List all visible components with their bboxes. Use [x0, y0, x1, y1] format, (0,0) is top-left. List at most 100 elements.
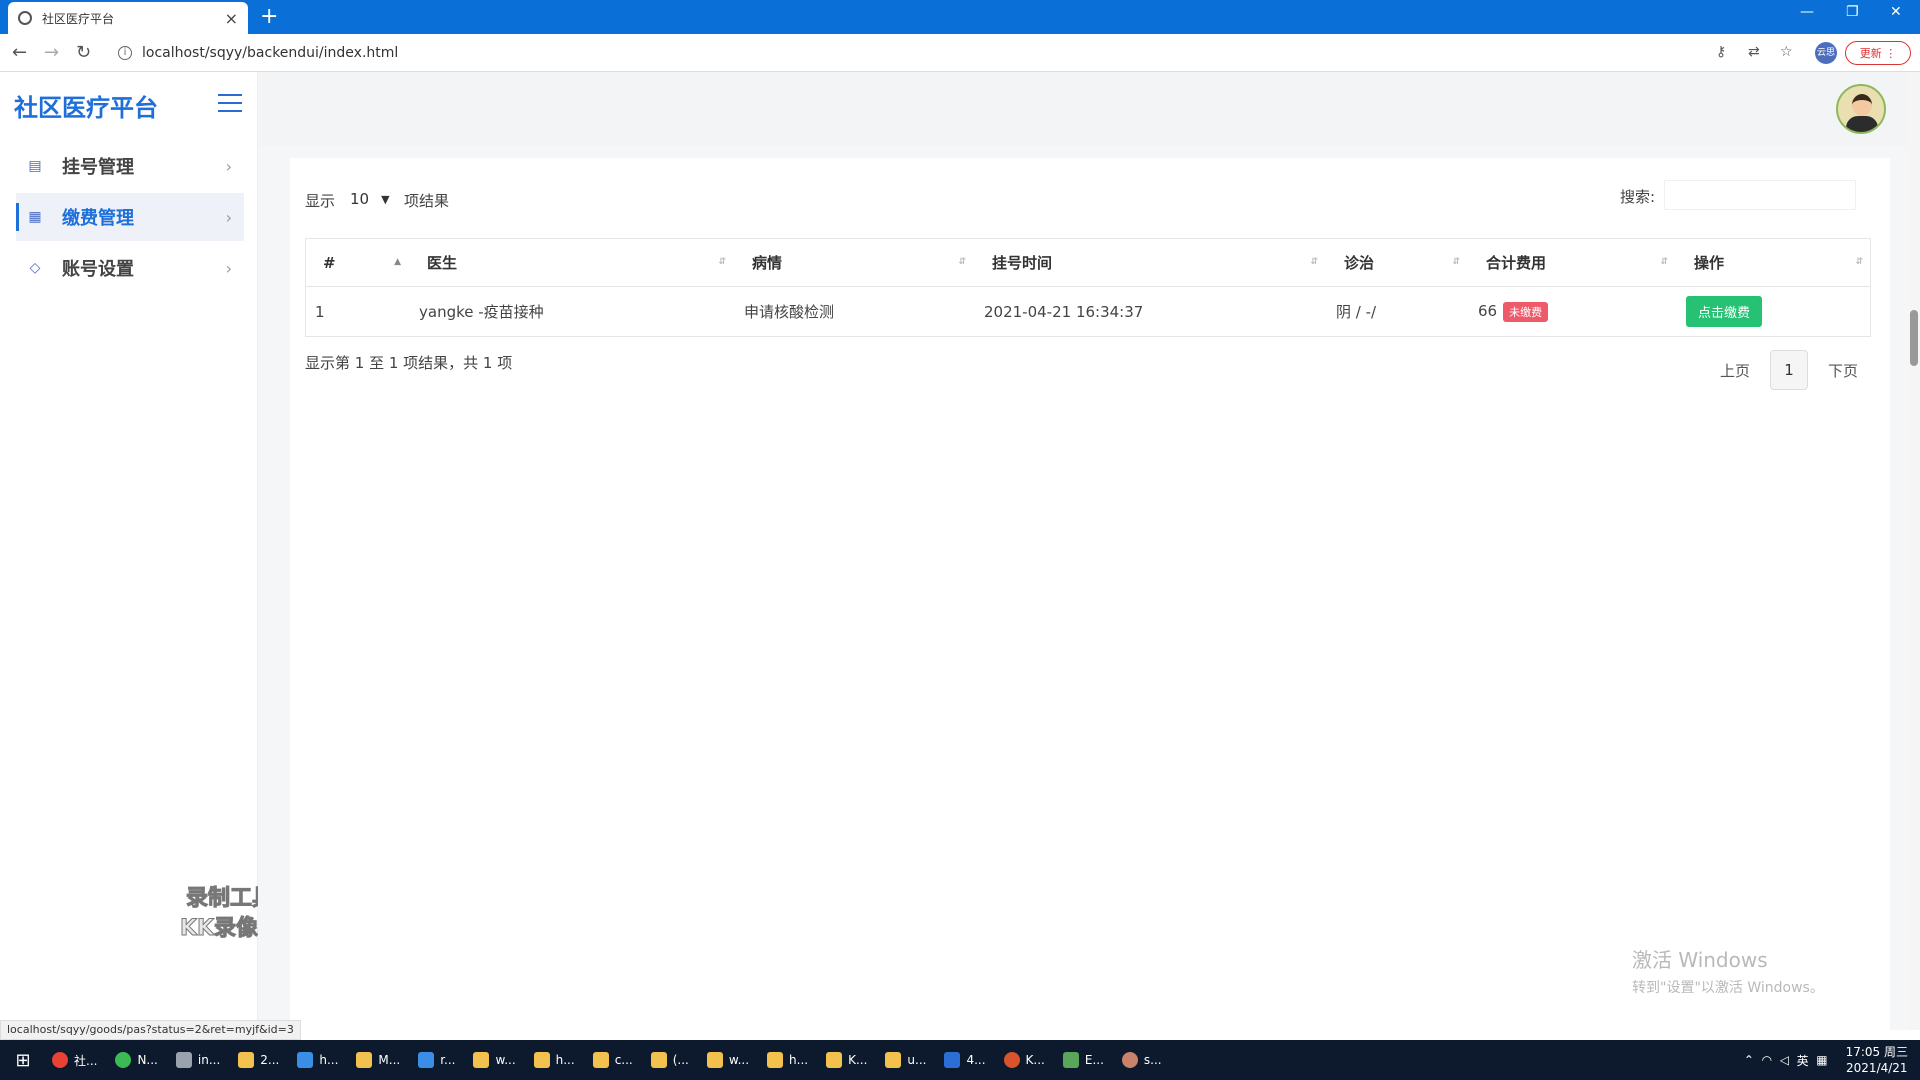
- user-avatar[interactable]: [1836, 84, 1886, 134]
- app-icon: [418, 1052, 435, 1068]
- taskbar-item[interactable]: N...: [109, 1040, 163, 1080]
- taskbar-item[interactable]: r...: [412, 1040, 461, 1080]
- menu-toggle-icon[interactable]: [218, 94, 242, 112]
- prev-page-button[interactable]: 上页: [1700, 360, 1770, 381]
- taskbar-item[interactable]: h...: [528, 1040, 581, 1080]
- chevron-right-icon: ›: [225, 156, 232, 176]
- taskbar-item[interactable]: M...: [350, 1040, 406, 1080]
- close-tab-icon[interactable]: ×: [225, 9, 238, 28]
- sort-icon: ⇵: [1660, 257, 1668, 267]
- forward-icon[interactable]: →: [44, 42, 59, 63]
- column-header-fee[interactable]: 合计费用 ⇵: [1468, 238, 1676, 287]
- sidebar-item-payment[interactable]: ▦ 缴费管理 ›: [16, 193, 244, 241]
- update-button[interactable]: 更新 ⋮: [1845, 41, 1911, 65]
- next-page-button[interactable]: 下页: [1808, 360, 1878, 381]
- folder-icon: [885, 1052, 902, 1068]
- chrome-icon: [52, 1052, 68, 1068]
- taskbar-item[interactable]: 2...: [232, 1040, 285, 1080]
- profile-avatar[interactable]: 云思: [1815, 42, 1837, 64]
- taskbar-item[interactable]: c...: [587, 1040, 639, 1080]
- sort-icon: ⇵: [958, 257, 966, 267]
- restore-icon[interactable]: ❐: [1846, 4, 1859, 20]
- column-header-diagnosis[interactable]: 诊治 ⇵: [1326, 238, 1468, 287]
- windows-activation-watermark: 激活 Windows 转到"设置"以激活 Windows。: [1632, 944, 1824, 997]
- column-header-action[interactable]: 操作 ⇵: [1676, 238, 1871, 287]
- taskbar-item[interactable]: 社...: [46, 1040, 103, 1080]
- address-bar[interactable]: i localhost/sqyy/backendui/index.html: [112, 39, 1712, 67]
- chevron-right-icon: ›: [225, 258, 232, 278]
- info-icon[interactable]: i: [118, 46, 132, 60]
- folder-icon: [238, 1052, 255, 1068]
- windows-start-icon[interactable]: ⊞: [0, 1040, 46, 1080]
- taskbar-item[interactable]: u...: [879, 1040, 932, 1080]
- taskbar-item[interactable]: K...: [820, 1040, 873, 1080]
- sidebar-menu: ▤ 挂号管理 › ▦ 缴费管理 › ◇ 账号设置 ›: [16, 142, 244, 295]
- taskbar-item[interactable]: h...: [291, 1040, 344, 1080]
- wifi-icon[interactable]: ◠: [1762, 1053, 1772, 1067]
- scrollbar-thumb[interactable]: [1910, 310, 1918, 366]
- windows-taskbar: ⊞ 社... N... in... 2... h... M... r... w.…: [0, 1040, 1920, 1080]
- taskbar-item[interactable]: h...: [761, 1040, 814, 1080]
- fee-value: 66: [1478, 301, 1498, 320]
- system-clock[interactable]: 17:05 周三 2021/4/21: [1846, 1044, 1908, 1076]
- browser-tab[interactable]: 社区医疗平台 ×: [8, 2, 248, 34]
- pay-button[interactable]: 点击缴费: [1686, 296, 1763, 327]
- tag-icon: ◇: [29, 260, 41, 276]
- volume-icon[interactable]: ◁: [1780, 1053, 1789, 1067]
- taskbar-item[interactable]: w...: [701, 1040, 755, 1080]
- page-length-value: 10: [350, 190, 370, 208]
- taskbar-item[interactable]: in...: [170, 1040, 226, 1080]
- table-info: 显示第 1 至 1 项结果，共 1 项: [305, 354, 513, 372]
- taskbar-item[interactable]: K...: [998, 1040, 1051, 1080]
- cell-doctor: yangke -疫苗接种: [409, 286, 734, 337]
- search-label: 搜索:: [1620, 188, 1656, 206]
- taskbar-item[interactable]: E...: [1057, 1040, 1110, 1080]
- column-header-condition[interactable]: 病情 ⇵: [734, 238, 974, 287]
- length-prefix: 显示: [305, 192, 336, 210]
- sidebar-item-label: 缴费管理: [62, 208, 134, 229]
- new-tab-icon[interactable]: +: [260, 4, 278, 29]
- ime-indicator[interactable]: 英: [1797, 1052, 1809, 1069]
- pagination: 上页 1 下页: [1700, 350, 1878, 390]
- sidebar: 社区医疗平台 ▤ 挂号管理 › ▦ 缴费管理 › ◇ 账号设置 › 录制工具 K…: [0, 72, 281, 1030]
- taskbar-item[interactable]: s...: [1116, 1040, 1168, 1080]
- sidebar-item-label: 账号设置: [62, 259, 134, 280]
- folder-icon: [533, 1052, 550, 1068]
- sidebar-item-register[interactable]: ▤ 挂号管理 ›: [16, 142, 244, 190]
- page-number-button[interactable]: 1: [1770, 350, 1809, 390]
- vscode-icon: [944, 1052, 961, 1068]
- folder-icon: [473, 1052, 490, 1068]
- link-status-bar: localhost/sqyy/goods/pas?status=2&ret=my…: [0, 1020, 301, 1040]
- globe-icon: [18, 11, 32, 25]
- back-icon[interactable]: ←: [12, 42, 27, 63]
- page-length-select[interactable]: 10 ▼: [342, 185, 398, 213]
- taskbar-item[interactable]: 4...: [938, 1040, 991, 1080]
- chevron-right-icon: ›: [225, 207, 232, 227]
- taskbar-item[interactable]: w...: [467, 1040, 521, 1080]
- sort-icon: ⇵: [1310, 257, 1318, 267]
- folder-icon: [650, 1052, 667, 1068]
- sidebar-item-account[interactable]: ◇ 账号设置 ›: [16, 244, 244, 292]
- page-scrollbar[interactable]: [1908, 72, 1920, 1030]
- column-header-doctor[interactable]: 医生 ⇵: [409, 238, 734, 287]
- column-header-time[interactable]: 挂号时间 ⇵: [974, 238, 1326, 287]
- close-window-icon[interactable]: ✕: [1890, 4, 1902, 20]
- app-icon: [175, 1052, 192, 1068]
- search-input[interactable]: [1664, 180, 1856, 210]
- activate-subtitle: 转到"设置"以激活 Windows。: [1632, 980, 1824, 996]
- cell-diagnosis: 阴 / -/: [1326, 286, 1468, 337]
- cell-fee: 66 未缴费: [1468, 286, 1676, 337]
- keyboard-icon[interactable]: ▦: [1816, 1053, 1827, 1067]
- minimize-icon[interactable]: —: [1800, 4, 1814, 20]
- column-header-num[interactable]: # ▲: [305, 238, 409, 287]
- activate-title: 激活 Windows: [1632, 948, 1768, 972]
- sort-icon: ⇵: [718, 257, 726, 267]
- taskbar-item[interactable]: (...: [645, 1040, 695, 1080]
- reload-icon[interactable]: ↻: [76, 42, 91, 63]
- chevron-up-icon[interactable]: ⌃: [1744, 1053, 1754, 1067]
- key-icon[interactable]: ⚷: [1716, 44, 1726, 60]
- star-icon[interactable]: ☆: [1780, 44, 1793, 60]
- app-icon: [115, 1052, 132, 1068]
- translate-icon[interactable]: ⇄: [1748, 44, 1760, 60]
- table-row: 1 yangke -疫苗接种 申请核酸检测 2021-04-21 16:34:3…: [305, 286, 1871, 337]
